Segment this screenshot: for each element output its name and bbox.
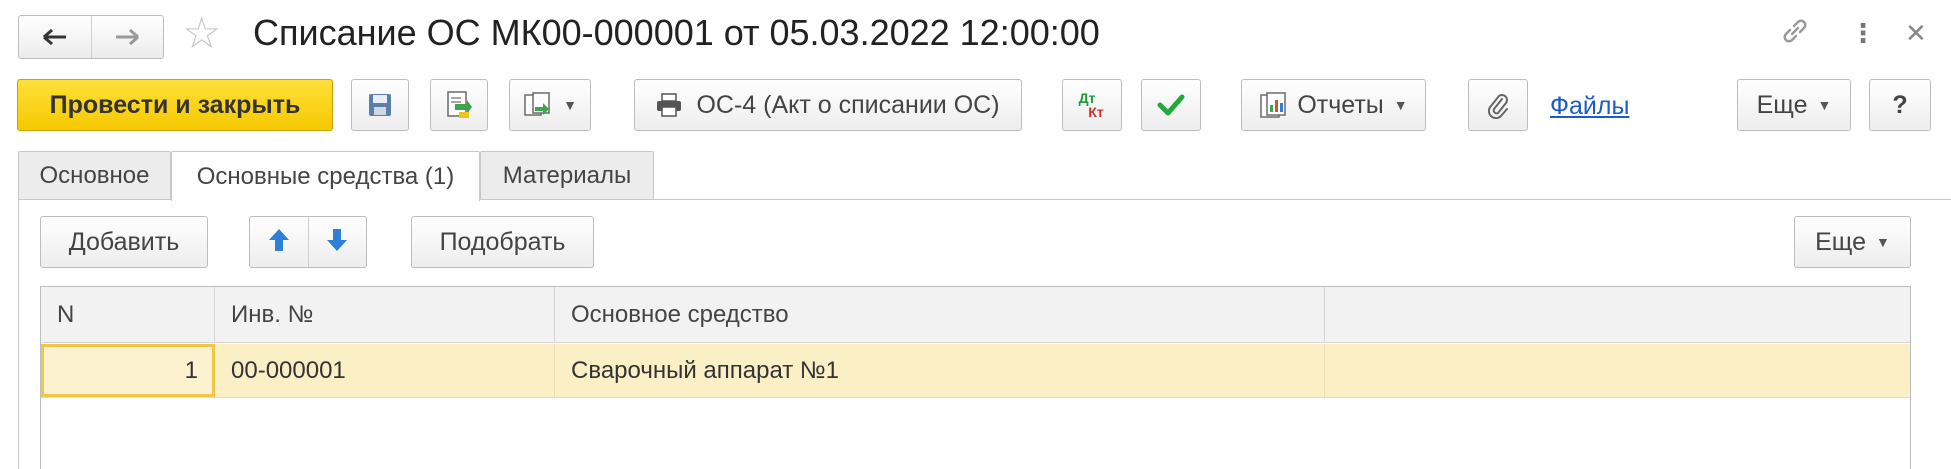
link-icon[interactable] <box>1780 16 1810 53</box>
kt-label: Кт <box>1088 104 1104 120</box>
move-down-button[interactable] <box>309 217 367 267</box>
attach-button[interactable] <box>1468 79 1528 131</box>
column-header-inv[interactable]: Инв. № <box>215 287 555 342</box>
dt-label: Дт <box>1078 90 1096 106</box>
check-icon <box>1157 94 1185 116</box>
post-document-icon <box>445 90 473 120</box>
print-button-label: ОС-4 (Акт о списании ОС) <box>696 90 1000 119</box>
tab-main[interactable]: Основное <box>18 151 171 199</box>
reports-button[interactable]: Отчеты ▼ <box>1241 79 1426 131</box>
chevron-down-icon: ▼ <box>563 97 577 113</box>
chevron-down-icon: ▼ <box>1393 97 1408 113</box>
reports-button-label: Отчеты <box>1297 90 1384 119</box>
cell-asset[interactable]: Сварочный аппарат №1 <box>555 344 1325 397</box>
cell-inv[interactable]: 00-000001 <box>215 344 555 397</box>
column-header-asset[interactable]: Основное средство <box>555 287 1325 342</box>
create-based-on-icon <box>523 91 553 119</box>
add-button[interactable]: Добавить <box>40 216 208 268</box>
save-icon <box>367 92 393 118</box>
move-up-button[interactable] <box>250 217 309 267</box>
table-row[interactable]: 1 00-000001 Сварочный аппарат №1 <box>41 344 1910 398</box>
save-button[interactable] <box>351 79 409 131</box>
navigation-buttons <box>18 15 164 59</box>
table-header: N Инв. № Основное средство <box>41 287 1910 343</box>
more-button[interactable]: Еще ▼ <box>1737 79 1851 131</box>
printer-icon <box>656 93 682 117</box>
files-link[interactable]: Файлы <box>1550 92 1629 121</box>
chevron-down-icon: ▼ <box>1817 97 1832 113</box>
column-header-extra[interactable] <box>1325 287 1910 342</box>
reports-icon <box>1259 91 1287 119</box>
dt-kt-button[interactable]: Дт Кт <box>1062 79 1122 131</box>
post-and-close-button[interactable]: Провести и закрыть <box>17 79 333 131</box>
tab-fixed-assets[interactable]: Основные средства (1) <box>171 151 480 201</box>
page-title: Списание ОС МК00-000001 от 05.03.2022 12… <box>253 12 1100 53</box>
table-more-button[interactable]: Еще ▼ <box>1794 216 1911 268</box>
arrow-up-icon <box>268 227 290 258</box>
table-more-button-label: Еще <box>1815 227 1866 256</box>
more-vertical-icon[interactable]: ⋮ <box>1850 18 1876 49</box>
create-based-on-button[interactable]: ▼ <box>509 79 591 131</box>
check-button[interactable] <box>1141 79 1201 131</box>
more-button-label: Еще <box>1756 90 1808 119</box>
paperclip-icon <box>1486 91 1510 119</box>
post-document-button[interactable] <box>430 79 488 131</box>
help-button[interactable]: ? <box>1869 79 1931 131</box>
cell-extra[interactable] <box>1325 344 1910 397</box>
chevron-down-icon: ▼ <box>1876 234 1890 250</box>
close-icon[interactable]: ✕ <box>1905 18 1927 49</box>
pick-button[interactable]: Подобрать <box>411 216 594 268</box>
arrow-left-icon[interactable] <box>19 16 91 58</box>
tab-materials[interactable]: Материалы <box>480 151 654 199</box>
fixed-assets-table[interactable]: N Инв. № Основное средство 1 00-000001 С… <box>40 286 1911 469</box>
print-button[interactable]: ОС-4 (Акт о списании ОС) <box>634 79 1022 131</box>
move-buttons-group <box>249 216 367 268</box>
column-header-n[interactable]: N <box>41 287 215 342</box>
arrow-down-icon <box>326 227 348 258</box>
star-icon[interactable]: ☆ <box>182 12 221 56</box>
arrow-right-icon[interactable] <box>90 16 164 58</box>
cell-n[interactable]: 1 <box>41 344 215 397</box>
